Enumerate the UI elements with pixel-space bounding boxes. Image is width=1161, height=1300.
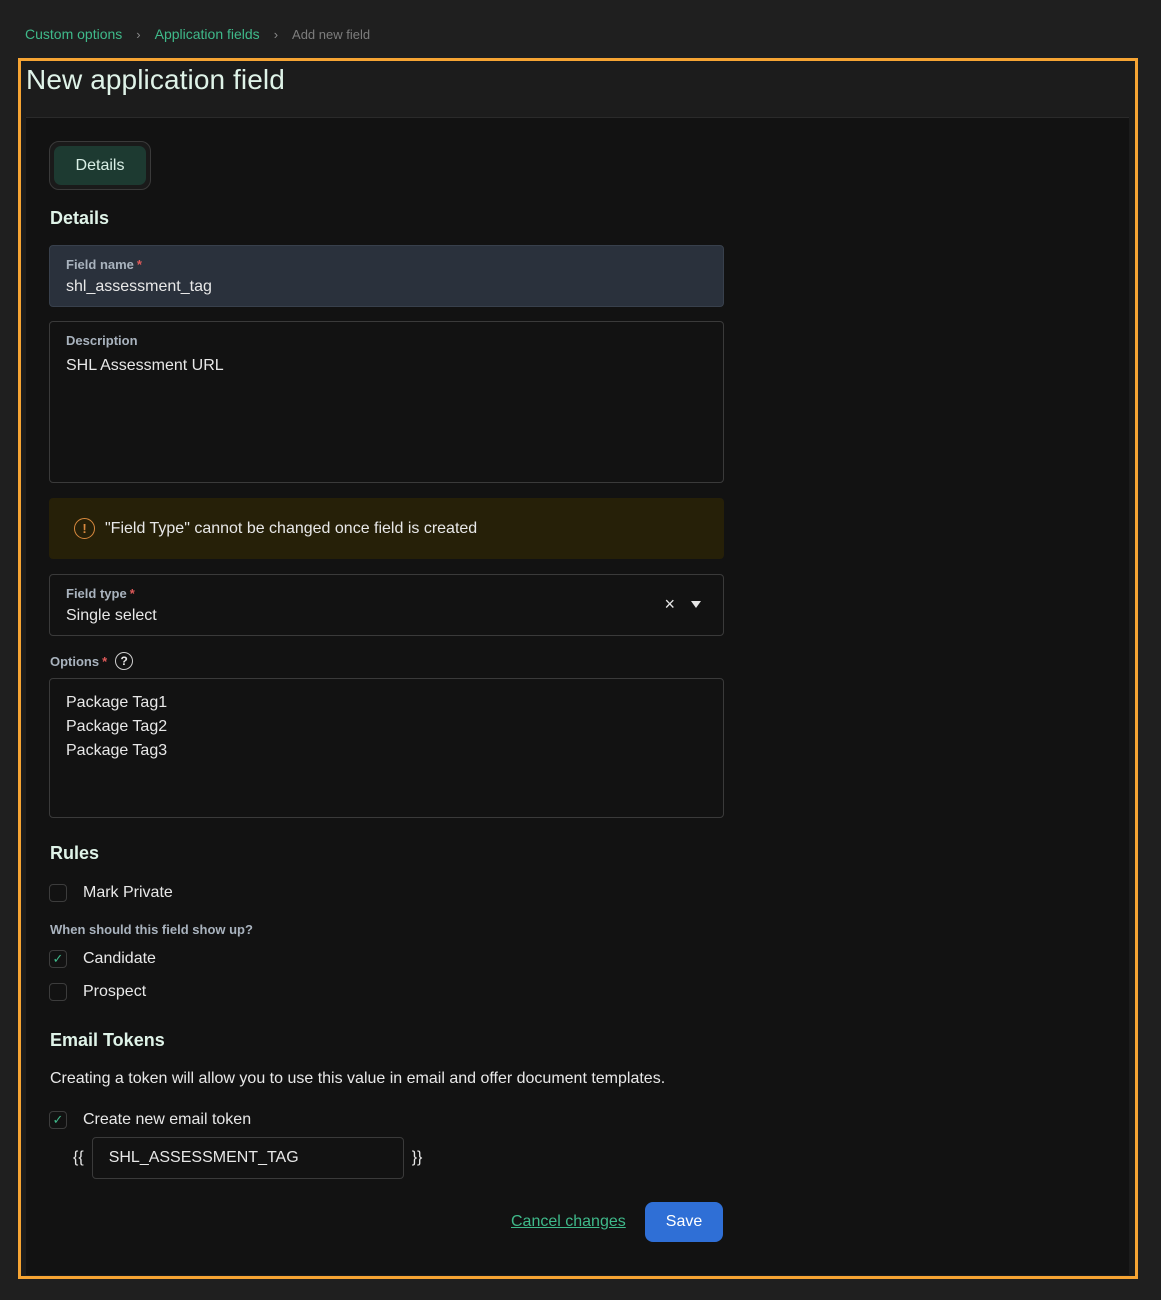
show-up-question: When should this field show up? [50, 922, 253, 937]
mark-private-label: Mark Private [83, 884, 173, 901]
close-brace: }} [411, 1149, 423, 1166]
mark-private-checkbox[interactable]: Mark Private [49, 884, 173, 902]
field-type-warning: ! "Field Type" cannot be changed once fi… [49, 498, 724, 559]
cancel-changes-link[interactable]: Cancel changes [511, 1213, 626, 1231]
breadcrumb-current: Add new field [292, 26, 371, 42]
breadcrumb-custom-options[interactable]: Custom options [25, 26, 122, 42]
create-token-checkbox[interactable]: ✓ Create new email token [49, 1111, 251, 1129]
option-item: Package Tag1 [66, 694, 168, 711]
warning-circle-icon: ! [74, 518, 95, 539]
chevron-right-icon: › [273, 26, 279, 42]
field-type-label: Field type * [66, 586, 135, 601]
prospect-label: Prospect [83, 983, 147, 1000]
open-brace: {{ [73, 1149, 84, 1166]
email-tokens-description: Creating a token will allow you to use t… [50, 1070, 666, 1087]
options-textarea[interactable]: Package Tag1 Package Tag2 Package Tag3 [49, 678, 724, 818]
tab-details[interactable]: Details [54, 146, 146, 185]
breadcrumb: Custom options › Application fields › Ad… [25, 26, 370, 42]
checkbox-box[interactable] [49, 884, 67, 902]
field-type-value: Single select [66, 607, 157, 624]
description-label: Description [66, 333, 138, 348]
field-name-input[interactable]: Field name * shl_assessment_tag [49, 245, 724, 307]
field-name-value: shl_assessment_tag [66, 278, 212, 295]
prospect-checkbox[interactable]: Prospect [49, 983, 146, 1001]
chevron-right-icon: › [136, 26, 141, 42]
tab-bar: Details [49, 141, 151, 190]
required-marker: * [136, 257, 142, 272]
help-icon[interactable]: ? [115, 652, 134, 670]
required-marker: * [102, 653, 108, 669]
chevron-down-icon[interactable] [691, 600, 701, 608]
description-textarea[interactable]: Description SHL Assessment URL [49, 321, 724, 483]
token-input[interactable]: SHL_ASSESSMENT_TAG [91, 1137, 404, 1179]
options-label: Options * ? [50, 652, 134, 670]
rules-heading: Rules [50, 843, 100, 863]
field-name-label: Field name * [66, 257, 142, 272]
check-icon[interactable]: ✓ [49, 950, 67, 968]
clear-icon[interactable]: × [664, 595, 675, 613]
warning-text: "Field Type" cannot be changed once fiel… [105, 519, 478, 537]
field-type-select[interactable]: Field type * Single select × [49, 574, 724, 636]
required-marker: * [129, 586, 135, 601]
candidate-checkbox[interactable]: ✓ Candidate [49, 950, 156, 968]
token-editor: {{ SHL_ASSESSMENT_TAG }} [73, 1137, 422, 1179]
check-icon[interactable]: ✓ [49, 1111, 67, 1129]
details-heading: Details [50, 208, 110, 228]
save-button[interactable]: Save [645, 1202, 723, 1242]
email-tokens-heading: Email Tokens [50, 1030, 165, 1050]
description-value: SHL Assessment URL [66, 357, 224, 374]
page-title: New application field [26, 64, 285, 95]
breadcrumb-application-fields[interactable]: Application fields [155, 26, 260, 42]
option-item: Package Tag2 [66, 718, 168, 735]
checkbox-box[interactable] [49, 983, 67, 1001]
options-list: Package Tag1 Package Tag2 Package Tag3 [66, 691, 167, 763]
candidate-label: Candidate [83, 950, 156, 967]
create-token-label: Create new email token [83, 1111, 252, 1128]
option-item: Package Tag3 [66, 742, 168, 759]
